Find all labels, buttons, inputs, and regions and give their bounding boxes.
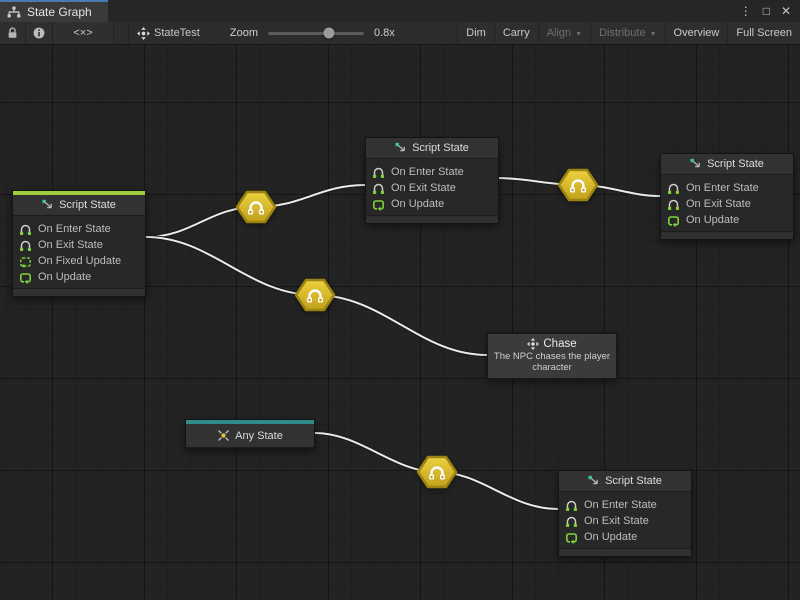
script-state-icon [588,475,600,487]
code-icon: <×> [73,27,92,39]
enter-state-icon [19,223,32,236]
script-state-icon [42,199,54,211]
state-node-script-left[interactable]: Script State On Enter State On Exit Stat… [12,190,146,297]
update-loop-icon [565,531,578,544]
node-title: Script State [605,475,662,487]
dim-button[interactable]: Dim [457,22,494,44]
node-title-row: Chase [493,338,611,350]
event-row[interactable]: On Enter State [372,164,492,180]
update-loop-icon [667,214,680,227]
window-menu-icon[interactable]: ⋮ [740,5,752,17]
node-body: On Enter State On Exit State On Update [366,159,498,215]
node-header[interactable]: Any State [186,424,314,448]
node-title: Chase [543,338,576,350]
zoom-slider-track[interactable] [268,32,364,35]
window-controls: ⋮ □ ✕ [740,0,800,22]
event-row[interactable]: On Enter State [565,497,685,513]
event-row[interactable]: On Exit State [565,513,685,529]
node-description: The NPC chases the player character [493,351,611,374]
node-body: On Enter State On Exit State On Update [661,175,793,231]
state-node-script-top-right[interactable]: Script State On Enter State On Exit Stat… [660,153,794,240]
transition-condition-node[interactable] [293,276,337,319]
title-bar: State Graph ⋮ □ ✕ [0,0,800,22]
event-row[interactable]: On Exit State [19,237,139,253]
tab-state-graph[interactable]: State Graph [0,0,108,22]
state-node-script-bottom-right[interactable]: Script State On Enter State On Exit Stat… [558,470,692,557]
event-row[interactable]: On Enter State [667,180,787,196]
node-header[interactable]: Script State [366,138,498,159]
align-button[interactable]: Align ▼ [538,22,590,44]
toolbar: <×> StateTest Zoom 0.8x Dim Carry Align … [0,22,800,45]
state-node-script-top-middle[interactable]: Script State On Enter State On Exit Stat… [365,137,499,224]
script-state-icon [690,158,702,170]
titlebar-spacer [108,0,740,22]
node-footer [13,288,145,296]
toolbar-right-group: Dim Carry Align ▼ Distribute ▼ Overview … [457,22,800,44]
node-footer [366,215,498,223]
zoom-label: Zoom [224,22,264,44]
state-node-any-state[interactable]: Any State [185,419,315,449]
enter-state-icon [372,166,385,179]
state-node-chase[interactable]: Chase The NPC chases the player characte… [487,333,617,379]
exit-state-icon [372,182,385,195]
lock-button[interactable] [0,22,26,44]
graph-icon [7,6,21,18]
node-body: On Enter State On Exit State On Fixed Up… [13,216,145,288]
node-title: Script State [412,142,469,154]
info-icon [33,27,45,39]
enter-state-icon [565,499,578,512]
event-row[interactable]: On Update [667,212,787,228]
carry-button[interactable]: Carry [494,22,538,44]
fixed-update-loop-icon [19,255,32,268]
node-header[interactable]: Script State [13,195,145,216]
node-header[interactable]: Script State [661,154,793,175]
zoom-slider-handle[interactable] [324,28,335,39]
distribute-button[interactable]: Distribute ▼ [590,22,664,44]
node-footer [559,548,691,556]
tab-title: State Graph [27,5,92,19]
focus-crosshair-icon [137,27,150,40]
transition-condition-node[interactable] [415,453,459,496]
event-row[interactable]: On Update [565,529,685,545]
chevron-down-icon: ▼ [575,31,582,38]
chase-crosshair-icon [527,338,539,350]
graph-name-button[interactable]: StateTest [129,22,208,44]
script-state-icon [395,142,407,154]
zoom-value: 0.8x [368,22,401,44]
event-row[interactable]: On Fixed Update [19,253,139,269]
overview-button[interactable]: Overview [665,22,728,44]
exit-state-icon [565,515,578,528]
event-row[interactable]: On Enter State [19,221,139,237]
graph-name-label: StateTest [154,27,200,39]
node-title: Script State [707,158,764,170]
event-row[interactable]: On Exit State [667,196,787,212]
lock-icon [7,27,18,39]
update-loop-icon [372,198,385,211]
node-footer [661,231,793,239]
graph-canvas[interactable]: Script State On Enter State On Exit Stat… [0,45,800,600]
event-row[interactable]: On Update [19,269,139,285]
chevron-down-icon: ▼ [650,31,657,38]
full-screen-button[interactable]: Full Screen [727,22,800,44]
update-loop-icon [19,271,32,284]
code-button[interactable]: <×> [53,22,114,44]
exit-state-icon [19,239,32,252]
enter-state-icon [667,182,680,195]
node-body: On Enter State On Exit State On Update [559,492,691,548]
node-header[interactable]: Script State [559,471,691,492]
any-state-icon [217,429,230,442]
transition-condition-node[interactable] [556,166,600,209]
event-row[interactable]: On Update [372,196,492,212]
maximize-icon[interactable]: □ [763,5,770,17]
node-title: Any State [235,430,283,442]
info-button[interactable] [26,22,53,44]
close-icon[interactable]: ✕ [781,5,791,17]
node-title: Script State [59,199,116,211]
transition-condition-node[interactable] [234,188,278,231]
exit-state-icon [667,198,680,211]
event-row[interactable]: On Exit State [372,180,492,196]
zoom-slider[interactable] [264,22,368,44]
toolbar-separator [114,22,129,44]
